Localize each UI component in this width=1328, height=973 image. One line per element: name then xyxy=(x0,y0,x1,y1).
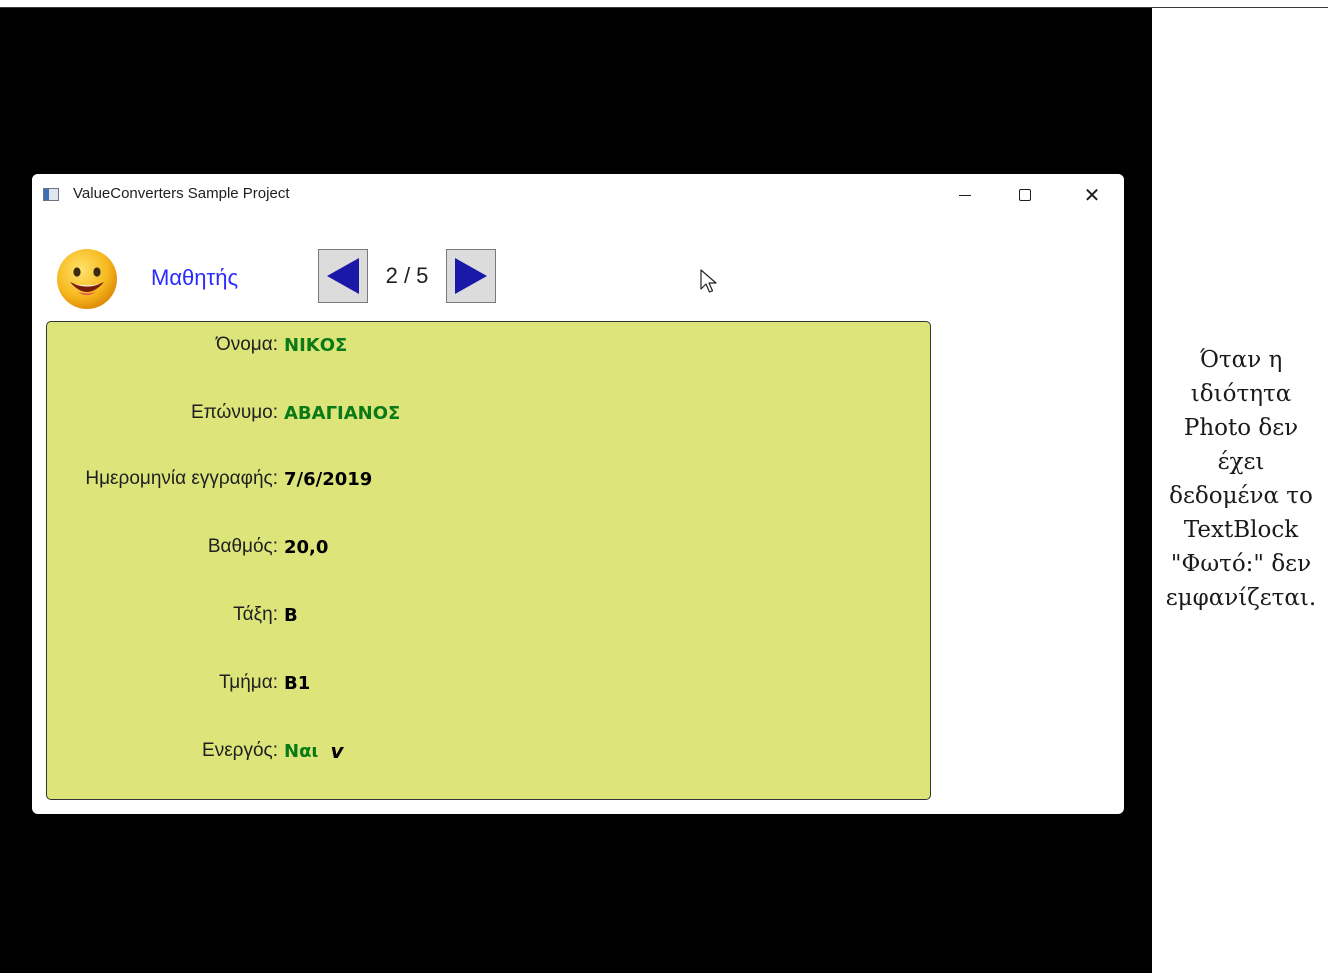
student-last-name-row: Επώνυμο: ΑΒΑΓΙΑΝΟΣ xyxy=(47,399,647,427)
side-note-line: Photo δεν xyxy=(1183,415,1299,441)
student-class-row: Τάξη: Β xyxy=(47,601,647,629)
previous-button[interactable] xyxy=(318,249,368,303)
smiley-face-icon xyxy=(57,249,117,309)
page-indicator: 2 / 5 xyxy=(385,263,429,288)
minimize-button[interactable] xyxy=(942,174,988,216)
window-app-icon xyxy=(43,188,59,201)
triangle-right-icon xyxy=(455,258,487,294)
maximize-icon xyxy=(1019,189,1031,201)
last-name-label: Επώνυμο: xyxy=(190,402,278,423)
section-value: Β1 xyxy=(284,672,311,694)
side-note-line: TextBlock xyxy=(1183,517,1299,543)
minimize-icon xyxy=(959,194,971,196)
last-name-value: ΑΒΑΓΙΑΝΟΣ xyxy=(284,402,401,424)
side-note-line: δεδομένα το xyxy=(1169,483,1313,509)
class-value: Β xyxy=(284,604,298,626)
student-details-panel: Όνομα: ΝΙΚΟΣ Επώνυμο: ΑΒΑΓΙΑΝΟΣ Ημερομην… xyxy=(46,321,931,800)
side-note-line: εμφανίζεται. xyxy=(1165,585,1317,611)
first-name-label: Όνομα: xyxy=(216,334,278,355)
side-note-line: "Φωτό:" δεν xyxy=(1170,551,1312,577)
active-label: Ενεργός: xyxy=(202,740,278,761)
maximize-button[interactable] xyxy=(1002,174,1048,216)
side-note-line: Όταν η xyxy=(1199,347,1283,373)
student-active-row: Ενεργός: Ναι v xyxy=(47,737,647,765)
next-button[interactable] xyxy=(446,249,496,303)
close-icon: ✕ xyxy=(1083,183,1101,207)
class-label: Τάξη: xyxy=(233,604,278,625)
enrollment-date-label: Ημερομηνία εγγραφής: xyxy=(85,468,278,489)
grade-label: Βαθμός: xyxy=(207,536,278,557)
app-window: ValueConverters Sample Project ✕ Μαθητής… xyxy=(32,174,1124,814)
window-title: ValueConverters Sample Project xyxy=(73,185,290,202)
check-mark-icon: v xyxy=(330,739,344,763)
triangle-left-icon xyxy=(327,258,359,294)
student-first-name-row: Όνομα: ΝΙΚΟΣ xyxy=(47,331,647,359)
first-name-value: ΝΙΚΟΣ xyxy=(284,334,348,356)
page: ValueConverters Sample Project ✕ Μαθητής… xyxy=(0,0,1328,973)
title-bar[interactable]: ValueConverters Sample Project ✕ xyxy=(32,174,1124,216)
side-note-line: ιδιότητα xyxy=(1190,381,1292,407)
student-enrollment-date-row: Ημερομηνία εγγραφής: 7/6/2019 xyxy=(47,465,647,493)
side-note-line: έχει xyxy=(1217,449,1265,475)
enrollment-date-value: 7/6/2019 xyxy=(284,468,373,490)
grade-value: 20,0 xyxy=(284,536,329,558)
mouse-pointer-icon xyxy=(700,269,717,293)
section-label: Τμήμα: xyxy=(219,672,278,693)
student-grade-row: Βαθμός: 20,0 xyxy=(47,533,647,561)
close-button[interactable]: ✕ xyxy=(1069,174,1115,216)
side-note: Όταν η ιδιότητα Photo δεν έχει δεδομένα … xyxy=(1154,343,1328,615)
student-section-row: Τμήμα: Β1 xyxy=(47,669,647,697)
section-label-student: Μαθητής xyxy=(151,265,239,290)
active-value: Ναι xyxy=(284,740,319,762)
